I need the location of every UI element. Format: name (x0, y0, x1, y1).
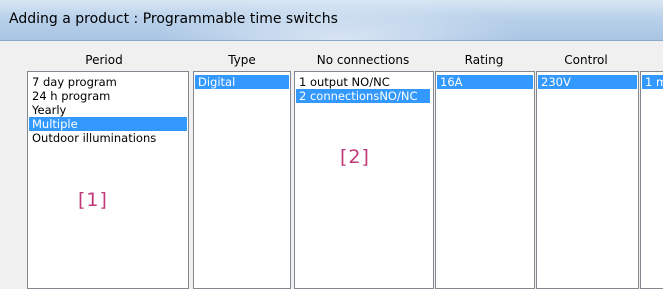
list-item[interactable]: Outdoor illuminations (29, 131, 187, 145)
list-item-selected[interactable]: 2 connectionsNO/NC (296, 89, 430, 103)
no-connections-list[interactable]: 1 output NO/NC 2 connectionsNO/NC (294, 71, 434, 289)
list-item-selected[interactable]: 1 m (642, 75, 663, 89)
annotation-label-1: [1] (78, 189, 108, 211)
header-no-connections: No connections (316, 53, 410, 67)
header-type: Type (228, 53, 256, 67)
list-item[interactable]: Yearly (29, 103, 187, 117)
list-item-selected[interactable]: Digital (195, 75, 289, 89)
header-control: Control (564, 53, 608, 67)
list-item[interactable]: 24 h program (29, 89, 187, 103)
title-bar: Adding a product : Programmable time swi… (0, 0, 663, 41)
control-list[interactable]: 230V (536, 71, 639, 289)
list-item-selected[interactable]: 230V (538, 75, 637, 89)
header-rating: Rating (464, 53, 504, 67)
list-item[interactable]: 1 output NO/NC (296, 75, 430, 89)
annotation-label-2: [2] (340, 146, 370, 168)
period-list[interactable]: 7 day program 24 h program Yearly Multip… (27, 71, 189, 289)
list-item-selected[interactable]: 16A (437, 75, 533, 89)
extra-list[interactable]: 1 m (640, 71, 663, 289)
column-headers: Period Type No connections Rating Contro… (0, 48, 663, 70)
dialog-window: Adding a product : Programmable time swi… (0, 0, 663, 289)
window-title: Adding a product : Programmable time swi… (9, 11, 338, 27)
type-list[interactable]: Digital (193, 71, 291, 289)
rating-list[interactable]: 16A (435, 71, 535, 289)
list-item[interactable]: 7 day program (29, 75, 187, 89)
list-item-selected[interactable]: Multiple (29, 117, 187, 131)
header-period: Period (85, 53, 123, 67)
